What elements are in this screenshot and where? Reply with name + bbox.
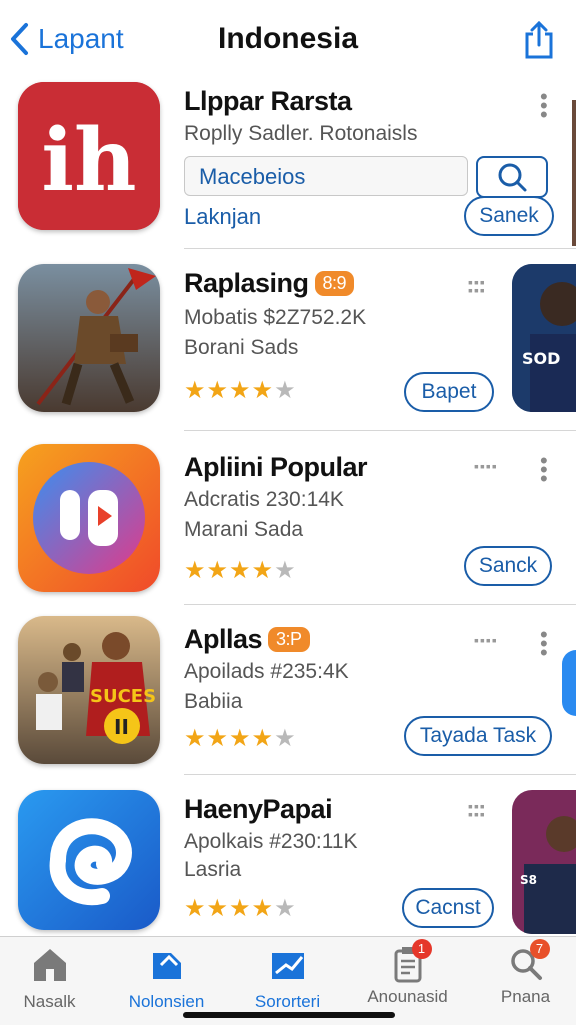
edge-peek-image: S8 — [512, 790, 576, 934]
age-badge: 8:9 — [314, 271, 355, 296]
notification-badge: 7 — [529, 939, 550, 959]
get-button[interactable]: Bapet — [404, 372, 494, 412]
grid-icon[interactable]: ▪▪▪▪ — [474, 459, 498, 473]
edge-peek-image: SOD — [512, 264, 576, 412]
page-title: Indonesia — [217, 22, 359, 55]
tab-home[interactable]: Nasalk — [0, 945, 107, 1012]
divider — [184, 604, 576, 605]
app-name[interactable]: Raplasing 8:9 — [184, 268, 355, 299]
edge-peek-image — [572, 100, 576, 246]
grid-icon[interactable]: ▪▪▪▪ — [474, 633, 498, 647]
rating-stars: ★★★★★ — [184, 895, 297, 922]
app-name[interactable]: HaenyPapai — [184, 794, 333, 825]
clipboard-icon-wrap: 1 — [388, 939, 432, 983]
developer-link[interactable]: Laknjan — [184, 204, 261, 230]
divider — [184, 774, 576, 775]
svg-text:SOD: SOD — [522, 349, 560, 368]
app-name-text: Raplasing — [184, 268, 309, 298]
app-name[interactable]: Apllas 3:P — [184, 624, 310, 655]
age-badge: 3:P — [268, 627, 310, 652]
search-button[interactable] — [476, 156, 548, 198]
divider — [184, 430, 576, 431]
app-icon — [18, 264, 160, 412]
app-category: Lasria — [184, 858, 242, 881]
app-category: Borani Sads — [184, 336, 299, 359]
tab-search[interactable]: 7 Pnana — [468, 939, 576, 1007]
app-name-text: Apllas — [184, 624, 263, 654]
home-indicator — [183, 1012, 395, 1018]
more-icon[interactable]: • • • — [540, 450, 548, 490]
more-icon[interactable]: • • • — [540, 86, 548, 126]
notification-badge: 1 — [411, 939, 432, 959]
divider — [184, 248, 576, 249]
get-button[interactable]: Sanck — [464, 546, 552, 586]
tag-icon — [152, 953, 181, 979]
app-icon: SUCES II — [18, 616, 160, 764]
edge-peek-button[interactable] — [562, 650, 576, 716]
share-icon[interactable] — [522, 20, 556, 60]
app-category: Babiia — [184, 690, 243, 713]
rating-stars: ★★★★★ — [184, 377, 297, 404]
tab-anounasid[interactable]: 1 Anounasid — [350, 939, 465, 1007]
get-button[interactable]: Cacnst — [402, 888, 494, 928]
tab-label: Nolonsien — [128, 992, 205, 1011]
svg-text:SUCES: SUCES — [90, 686, 156, 707]
tab-label: Anounasid — [367, 987, 448, 1006]
app-icon — [18, 790, 160, 930]
app-category: Marani Sada — [184, 518, 304, 541]
app-downloads: Apolkais #230:11K — [184, 830, 358, 853]
app-name[interactable]: Apliini Popular — [184, 452, 368, 483]
app-subtitle: Roplly Sadler. Rotonaisls — [184, 122, 418, 145]
tab-label: Nasalk — [23, 992, 76, 1011]
svg-text:II: II — [114, 715, 129, 739]
search-input[interactable]: Macebeios — [184, 156, 468, 196]
get-button[interactable]: Sanek — [464, 196, 554, 236]
rating-stars: ★★★★★ — [184, 725, 297, 752]
svg-text:ih: ih — [41, 110, 136, 211]
svg-text:S8: S8 — [520, 873, 537, 887]
tab-label: Pnana — [500, 987, 551, 1006]
search-icon — [498, 163, 527, 192]
grid-icon[interactable]: ▪▪▪ ▪▪▪ — [468, 275, 486, 297]
app-downloads: Adcratis 230:14K — [184, 488, 344, 511]
app-icon: ih — [18, 82, 160, 230]
tab-nolonsien[interactable]: Nolonsien — [109, 945, 224, 1012]
rating-stars: ★★★★★ — [184, 557, 297, 584]
nav-header: Lapant Indonesia — [0, 0, 576, 78]
app-downloads: Mobatis $2Z752.2K — [184, 306, 367, 329]
home-icon — [33, 949, 66, 981]
more-icon[interactable]: • • • — [540, 624, 548, 664]
chart-icon — [271, 953, 304, 979]
app-icon — [18, 444, 160, 592]
app-name[interactable]: Llppar Rarsta — [184, 86, 352, 117]
search-icon-wrap: 7 — [506, 939, 550, 983]
get-button[interactable]: Tayada Task — [404, 716, 552, 756]
tab-label: Sororteri — [254, 992, 321, 1011]
app-downloads: Apoilads #235:4K — [184, 660, 349, 683]
tab-sororteri[interactable]: Sororteri — [230, 945, 345, 1012]
grid-icon[interactable]: ▪▪▪ ▪▪▪ — [468, 799, 486, 821]
